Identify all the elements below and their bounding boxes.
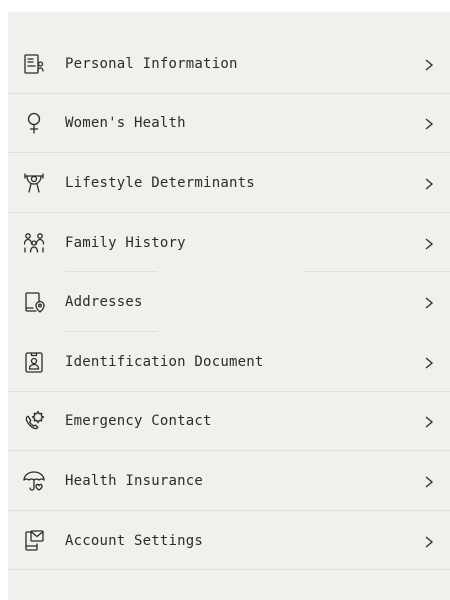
menu-item-label: Lifestyle Determinants xyxy=(65,174,255,191)
address-location-icon xyxy=(22,290,46,314)
menu-item-lifestyle-determinants[interactable]: Lifestyle Determinants xyxy=(8,153,450,213)
chevron-right-icon xyxy=(424,116,434,130)
umbrella-heart-icon xyxy=(22,469,46,493)
chevron-right-icon xyxy=(424,534,434,548)
menu-item-personal-information[interactable]: Personal Information xyxy=(8,34,450,94)
chevron-right-icon xyxy=(424,355,434,369)
emergency-phone-icon xyxy=(22,409,46,433)
chevron-right-icon xyxy=(424,176,434,190)
menu-item-label: Account Settings xyxy=(65,532,204,549)
menu-item-addresses[interactable]: Addresses xyxy=(8,272,450,332)
female-symbol-icon xyxy=(22,111,46,135)
chevron-right-icon xyxy=(424,236,434,250)
account-settings-icon xyxy=(22,529,46,553)
lifestyle-icon xyxy=(22,171,46,195)
chevron-right-icon xyxy=(424,295,434,309)
menu-item-health-insurance[interactable]: Health Insurance xyxy=(8,451,450,511)
profile-menu: Personal Information Women's Health Life… xyxy=(8,34,450,571)
menu-item-label: Identification Document xyxy=(65,353,264,370)
chevron-right-icon xyxy=(424,474,434,488)
settings-panel: Personal Information Women's Health Life… xyxy=(8,12,450,600)
menu-item-identification-document[interactable]: Identification Document xyxy=(8,332,450,392)
menu-item-label: Emergency Contact xyxy=(65,413,212,430)
menu-item-family-history[interactable]: Family History xyxy=(8,213,450,273)
menu-item-label: Women's Health xyxy=(65,115,186,132)
menu-item-womens-health[interactable]: Women's Health xyxy=(8,94,450,154)
family-icon xyxy=(22,231,46,255)
menu-item-emergency-contact[interactable]: Emergency Contact xyxy=(8,392,450,452)
chevron-right-icon xyxy=(424,57,434,71)
divider xyxy=(8,569,450,571)
menu-item-label: Addresses xyxy=(65,294,143,311)
menu-item-account-settings[interactable]: Account Settings xyxy=(8,511,450,571)
menu-item-label: Health Insurance xyxy=(65,472,204,489)
id-card-icon xyxy=(22,52,46,76)
menu-item-label: Family History xyxy=(65,234,186,251)
id-badge-icon xyxy=(22,350,46,374)
chevron-right-icon xyxy=(424,414,434,428)
menu-item-label: Personal Information xyxy=(65,55,238,72)
